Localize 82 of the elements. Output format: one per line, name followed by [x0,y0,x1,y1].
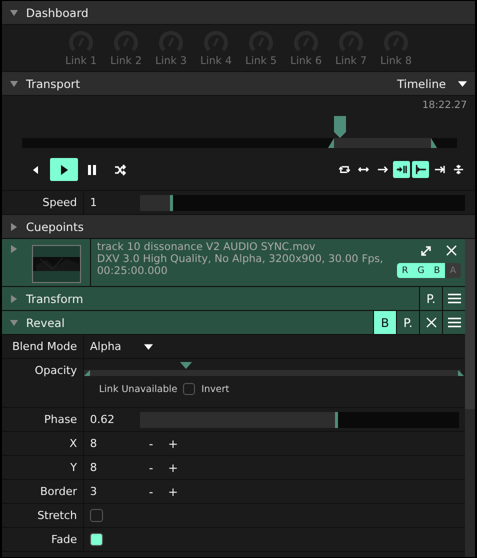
section-header[interactable]: Dashboard [2,1,475,25]
increment-button[interactable]: + [162,484,184,498]
preset-button[interactable]: P. [396,311,419,334]
effect-title: Reveal [26,316,66,330]
knob-label: Link 8 [380,55,412,67]
decrement-button[interactable]: - [140,484,162,498]
section-header[interactable]: Transport Timeline [2,72,475,96]
expand-arrow-icon[interactable] [10,245,18,253]
section-header[interactable]: Cuepoints [2,215,475,239]
expand-icon[interactable] [420,245,432,257]
jump-icon [434,164,445,175]
effect-title: Transform [26,292,84,306]
menu-icon [448,293,460,304]
param-value[interactable]: 0.62 [90,413,140,426]
hold-button[interactable] [393,161,410,178]
speed-value[interactable]: 1 [90,196,140,209]
mode-dropdown[interactable]: Timeline [397,76,446,90]
timeline-track[interactable] [22,138,457,148]
time-display: 18:22.27 [422,100,467,113]
menu-icon [448,317,460,328]
param-value[interactable]: 8 [90,437,140,450]
forward-icon [377,164,388,175]
section-title: Transport [26,76,80,90]
decrement-button[interactable]: - [140,460,162,474]
param-label: Y [2,456,84,479]
range-end-icon [458,370,464,376]
hold-icon [396,164,407,175]
param-label: Fade [2,528,84,551]
start-button[interactable] [412,161,429,178]
knob-label: Link 6 [290,55,322,67]
caret-icon [144,344,153,350]
param-label: Stretch [2,504,84,527]
bounce-icon [358,164,369,175]
close-icon [426,317,436,328]
link-status: Link Unavailable [99,384,178,394]
blend-mode-dropdown[interactable]: Alpha [90,340,140,353]
close-icon[interactable] [446,245,457,256]
start-icon [415,164,426,175]
scrollbar[interactable] [465,239,475,557]
param-label: Phase [2,408,84,431]
knob-label: Link 7 [335,55,367,67]
center-icon [453,164,464,175]
knob-label: Link 4 [200,55,232,67]
param-label: Blend Mode [2,335,84,358]
section-title: Dashboard [26,6,88,20]
channel-toggle[interactable]: B [429,263,445,278]
knob-label: Link 5 [245,55,277,67]
speed-slider[interactable] [140,194,465,210]
play-button[interactable] [50,158,78,181]
random-icon [114,164,126,176]
clip-info: DXV 3.0 High Quality, No Alpha, 3200x900, 30.00 Fps, 00:25:00.000 [97,253,384,277]
pause-icon [86,164,98,176]
decrement-button[interactable]: - [140,436,162,450]
channel-toggle[interactable]: R [397,263,413,278]
play-icon [58,164,70,176]
increment-button[interactable]: + [162,436,184,450]
clip-name: track 10 dissonance V2 AUDIO SYNC.mov [97,241,316,253]
caret-icon [458,80,467,86]
knob-label: Link 1 [65,55,97,67]
checkbox[interactable] [90,509,103,522]
invert-checkbox[interactable] [183,383,196,395]
preset-button[interactable]: P. [419,287,442,310]
param-value[interactable]: 8 [90,461,140,474]
effect-header[interactable]: Reveal B P. [2,311,465,335]
knob-label: Link 2 [110,55,142,67]
knob-label: Link 3 [155,55,187,67]
param-label: Border [2,480,84,503]
checkbox-label: Invert [201,384,230,394]
bypass-button[interactable]: B [373,311,396,334]
range-start-icon [84,370,90,376]
scrollbar-thumb[interactable] [465,239,475,409]
increment-button[interactable]: + [162,460,184,474]
param-value[interactable]: 3 [90,485,140,498]
loop-icon [339,164,350,175]
section-title: Cuepoints [26,220,84,234]
checkbox[interactable] [90,533,103,546]
param-label: Speed [2,191,84,214]
param-label: X [2,432,84,455]
phase-slider[interactable] [140,412,459,428]
playhead-icon[interactable] [334,116,346,138]
channel-toggle[interactable]: G [413,263,429,278]
effect-header[interactable]: Transform P. [2,287,465,311]
